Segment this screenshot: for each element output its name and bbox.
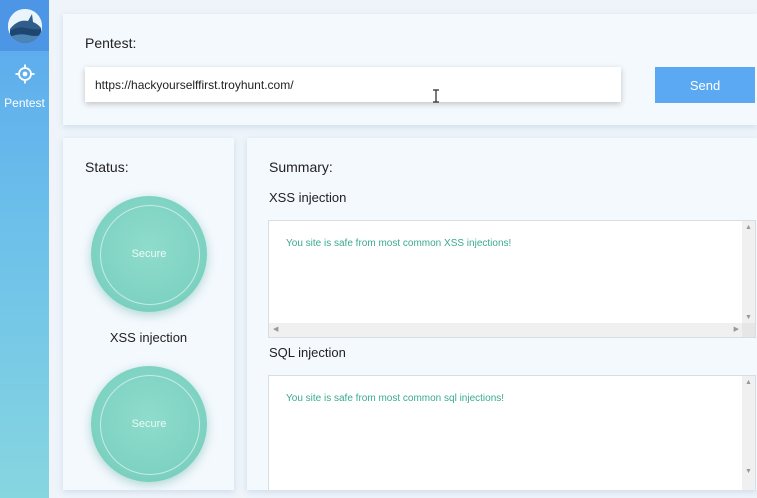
- sql-result-textarea[interactable]: You site is safe from most common sql in…: [268, 375, 756, 490]
- xss-status-badge: Secure: [91, 196, 207, 312]
- pentest-panel: Pentest: https://hackyourselffirst.troyh…: [63, 14, 757, 125]
- scroll-up-icon[interactable]: ▲: [745, 224, 752, 231]
- summary-panel: Summary: XSS injection You site is safe …: [247, 138, 757, 490]
- status-badge-label: Secure: [131, 418, 167, 430]
- xss-status-label: XSS injection: [109, 330, 188, 345]
- crosshair-icon: [15, 64, 35, 89]
- xss-result-text: You site is safe from most common XSS in…: [286, 238, 512, 249]
- status-badge-label: Secure: [131, 248, 167, 260]
- sidebar-item-pentest[interactable]: Pentest: [0, 56, 49, 122]
- pentest-title: Pentest:: [85, 35, 137, 51]
- scroll-right-icon[interactable]: ▶: [734, 326, 739, 333]
- shark-logo-icon: [7, 8, 42, 43]
- status-panel: Status: Secure XSS injection Secure: [63, 138, 234, 490]
- send-button[interactable]: Send: [655, 67, 755, 103]
- scroll-left-icon[interactable]: ◀: [273, 326, 278, 333]
- xss-section-label: XSS injection: [269, 190, 347, 205]
- sidebar-item-label: Pentest: [4, 96, 45, 110]
- status-title: Status:: [85, 159, 129, 175]
- scroll-down-icon[interactable]: ▼: [745, 468, 752, 475]
- vertical-scrollbar[interactable]: ▲ ▼: [742, 221, 755, 324]
- scroll-corner: [742, 323, 755, 337]
- summary-title: Summary:: [269, 159, 333, 175]
- scroll-up-icon[interactable]: ▲: [745, 379, 752, 386]
- sql-result-text: You site is safe from most common sql in…: [286, 393, 505, 404]
- app-logo: [0, 0, 49, 51]
- horizontal-scrollbar[interactable]: ◀ ▶: [269, 323, 743, 337]
- url-input[interactable]: https://hackyourselffirst.troyhunt.com/: [85, 67, 621, 102]
- xss-result-textarea[interactable]: You site is safe from most common XSS in…: [268, 220, 756, 338]
- sql-section-label: SQL injection: [269, 345, 346, 360]
- sql-status-badge: Secure: [91, 366, 207, 482]
- text-cursor-icon: [433, 89, 439, 103]
- vertical-scrollbar[interactable]: ▲ ▼: [742, 376, 755, 490]
- sidebar: Pentest: [0, 0, 49, 498]
- scroll-down-icon[interactable]: ▼: [745, 314, 752, 321]
